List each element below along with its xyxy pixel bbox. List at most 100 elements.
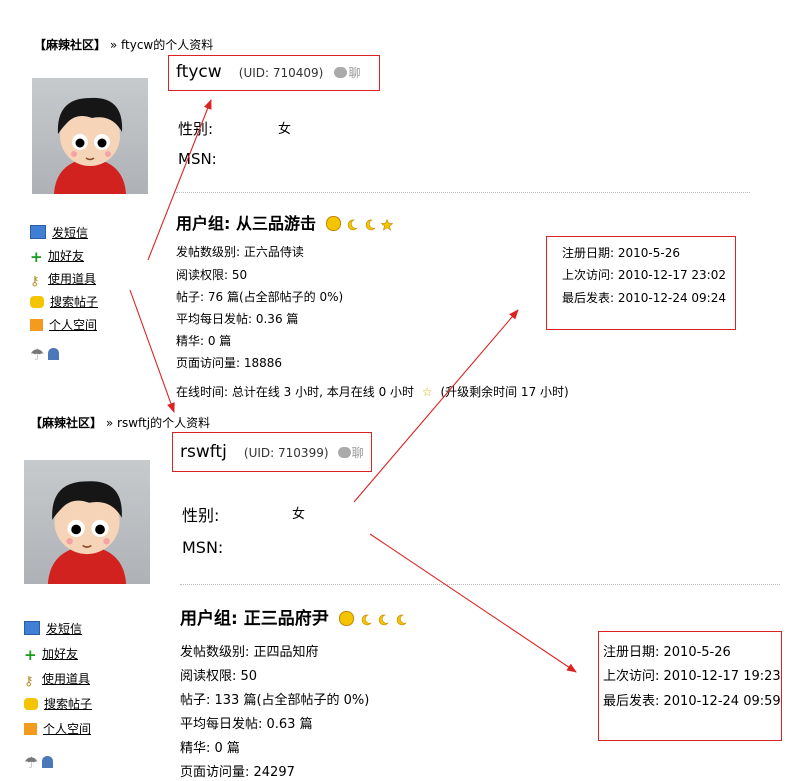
breadcrumb-current-page: rswftj的个人资料 xyxy=(117,416,211,430)
arrow-username-second xyxy=(129,289,175,413)
plus-icon: + xyxy=(24,646,37,664)
gender-value: 女 xyxy=(292,507,306,522)
envelope-icon xyxy=(30,225,46,239)
user-status-icon xyxy=(48,348,59,360)
last-visit: 上次访问: 2010-12-17 19:23 xyxy=(603,669,781,684)
breadcrumb-separator: » xyxy=(109,38,118,52)
menu-add-friend[interactable]: + 加好友 xyxy=(24,645,92,670)
msn-label: MSN: xyxy=(182,538,224,557)
online-time-remaining: (升级剩余时间 17 小时) xyxy=(440,385,569,399)
menu-personal-space[interactable]: 个人空间 xyxy=(30,316,98,339)
divider xyxy=(180,584,780,585)
last-post: 最后发表: 2010-12-24 09:24 xyxy=(562,291,726,305)
chat-bubble-icon xyxy=(337,447,351,458)
key-icon: ⚷ xyxy=(30,274,40,289)
breadcrumb-site-link[interactable]: 【麻辣社区】 xyxy=(34,38,106,52)
menu-use-item[interactable]: ⚷ 使用道具 xyxy=(24,670,92,695)
register-date: 注册日期: 2010-5-26 xyxy=(562,246,680,260)
msn-status-icon: ☂ xyxy=(30,345,45,364)
rank-face-icon xyxy=(338,611,354,626)
stat-read-permission: 阅读权限: 50 xyxy=(180,669,258,684)
stat-page-views: 页面访问量: 18886 xyxy=(176,356,283,370)
user-uid: (UID: 710409) xyxy=(238,66,324,80)
home-icon xyxy=(24,723,37,735)
chat-label: 聊 xyxy=(351,446,364,460)
arrow-dates-second xyxy=(369,533,577,673)
plus-icon: + xyxy=(30,248,43,266)
gender-value: 女 xyxy=(278,122,292,137)
username: ftycw xyxy=(176,62,222,82)
user-action-menu: 发短信 + 加好友 ⚷ 使用道具 搜索帖子 个人空间 ☂ xyxy=(30,224,98,364)
menu-search-posts[interactable]: 搜索帖子 xyxy=(30,293,98,316)
rank-moon-icon xyxy=(347,219,359,231)
rank-moon-icon xyxy=(365,219,376,231)
avatar xyxy=(24,460,150,584)
menu-send-message[interactable]: 发短信 xyxy=(30,224,98,247)
menu-add-friend[interactable]: + 加好友 xyxy=(30,247,98,270)
chat-button[interactable]: 聊 xyxy=(337,446,364,460)
breadcrumb-current-page: ftycw的个人资料 xyxy=(121,38,214,52)
user-stats: 发帖数级别: 正六品侍读 阅读权限: 50 帖子: 76 篇(占全部帖子的 0%… xyxy=(176,243,343,376)
user-stats: 发帖数级别: 正四品知府 阅读权限: 50 帖子: 133 篇(占全部帖子的 0… xyxy=(180,641,369,781)
stat-read-permission: 阅读权限: 50 xyxy=(176,268,248,282)
search-posts-icon xyxy=(30,296,44,308)
rank-star-icon xyxy=(381,219,394,231)
menu-personal-space[interactable]: 个人空间 xyxy=(24,720,92,745)
stat-digest: 精华: 0 篇 xyxy=(176,334,232,348)
msn-status-icon: ☂ xyxy=(24,753,39,772)
stat-page-views: 页面访问量: 24297 xyxy=(180,765,295,780)
chat-bubble-icon xyxy=(334,67,348,78)
search-posts-icon xyxy=(24,698,38,710)
user-action-menu: 发短信 + 加好友 ⚷ 使用道具 搜索帖子 个人空间 ☂ xyxy=(24,620,92,772)
star-icon: ☆ xyxy=(421,385,433,399)
username-row: rswftj (UID: 710399) 聊 xyxy=(180,442,364,462)
user-dates: 注册日期: 2010-5-26 上次访问: 2010-12-17 19:23 最… xyxy=(603,641,781,714)
envelope-icon xyxy=(24,621,40,635)
menu-search-posts[interactable]: 搜索帖子 xyxy=(24,695,92,720)
stat-post-count: 帖子: 133 篇(占全部帖子的 0%) xyxy=(180,693,370,708)
user-uid: (UID: 710399) xyxy=(243,446,329,460)
status-icons: ☂ xyxy=(24,745,92,772)
status-icons: ☂ xyxy=(30,339,98,364)
avatar-icon xyxy=(54,97,126,194)
username-row: ftycw (UID: 710409) 聊 xyxy=(176,62,360,82)
user-group-title: 用户组: 从三品游击 xyxy=(176,210,394,234)
stat-daily-posts: 平均每日发帖: 0.36 篇 xyxy=(176,312,299,326)
rank-face-icon xyxy=(325,216,341,231)
key-icon: ⚷ xyxy=(24,674,34,689)
home-icon xyxy=(30,319,43,331)
stat-daily-posts: 平均每日发帖: 0.63 篇 xyxy=(180,717,313,732)
last-post: 最后发表: 2010-12-24 09:59 xyxy=(603,694,781,709)
user-status-icon xyxy=(42,756,53,768)
last-visit: 上次访问: 2010-12-17 23:02 xyxy=(562,268,726,282)
breadcrumb: 【麻辣社区】 » rswftj的个人资料 xyxy=(30,414,210,431)
menu-use-item[interactable]: ⚷ 使用道具 xyxy=(30,270,98,293)
user-dates: 注册日期: 2010-5-26 上次访问: 2010-12-17 23:02 最… xyxy=(562,244,726,311)
gender-label: 性别: xyxy=(178,120,214,138)
chat-button[interactable]: 聊 xyxy=(334,66,360,80)
online-time-text: 在线时间: 总计在线 3 小时, 本月在线 0 小时 xyxy=(176,385,415,399)
arrow-dates-first xyxy=(353,309,519,503)
menu-send-message[interactable]: 发短信 xyxy=(24,620,92,645)
username: rswftj xyxy=(180,442,227,462)
stat-digest: 精华: 0 篇 xyxy=(180,741,240,756)
user-group-label: 用户组: 从三品游击 xyxy=(176,214,316,233)
avatar-icon xyxy=(47,481,127,584)
rank-moon-icon xyxy=(397,614,408,626)
rank-moon-icon xyxy=(379,614,390,626)
rank-moon-icon xyxy=(361,614,372,626)
register-date: 注册日期: 2010-5-26 xyxy=(603,645,731,660)
breadcrumb-separator: » xyxy=(105,416,114,430)
online-time: 在线时间: 总计在线 3 小时, 本月在线 0 小时 ☆ (升级剩余时间 17 … xyxy=(176,383,569,400)
breadcrumb-site-link[interactable]: 【麻辣社区】 xyxy=(30,416,102,430)
avatar xyxy=(32,78,148,194)
stat-post-level: 发帖数级别: 正六品侍读 xyxy=(176,245,304,259)
chat-label: 聊 xyxy=(348,66,361,80)
divider xyxy=(176,192,750,193)
stat-post-level: 发帖数级别: 正四品知府 xyxy=(180,645,319,660)
user-group-title: 用户组: 正三品府尹 xyxy=(180,604,408,629)
breadcrumb: 【麻辣社区】 » ftycw的个人资料 xyxy=(34,36,213,53)
stat-post-count: 帖子: 76 篇(占全部帖子的 0%) xyxy=(176,290,344,304)
msn-label: MSN: xyxy=(178,150,217,168)
gender-label: 性别: xyxy=(182,506,220,525)
